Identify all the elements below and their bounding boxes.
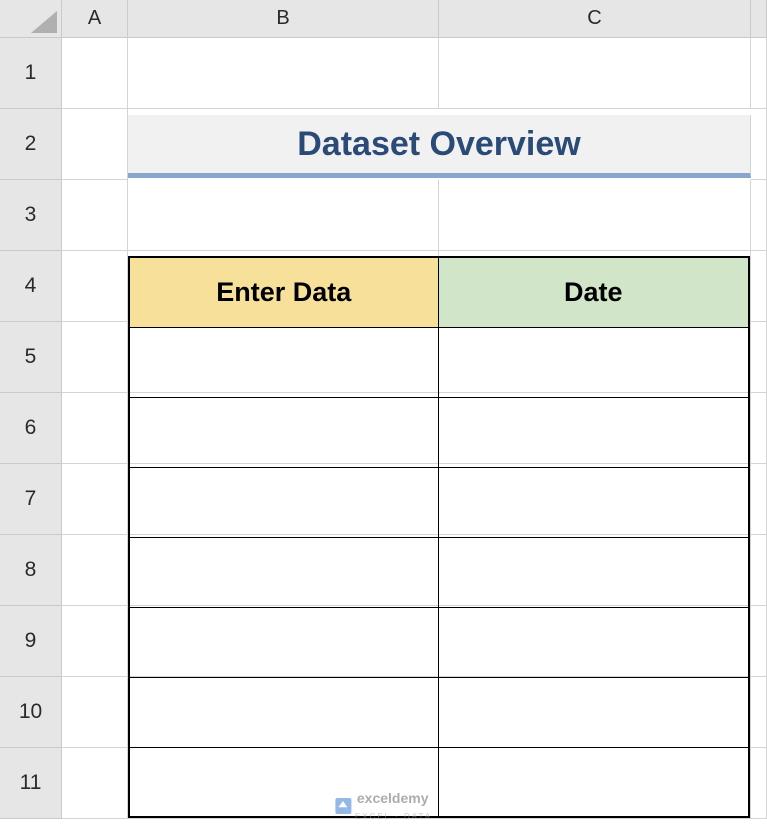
header-enter-data[interactable]: Enter Data [129, 257, 438, 327]
cell-B3[interactable] [128, 180, 439, 251]
col-header-C[interactable]: C [439, 0, 751, 38]
cell-D8[interactable] [751, 535, 767, 606]
table-row [129, 397, 749, 467]
table-row [129, 677, 749, 747]
cell-A11[interactable] [62, 748, 128, 819]
cell-A9[interactable] [62, 606, 128, 677]
watermark: exceldemy EXCEL · DATA [335, 790, 432, 822]
watermark-logo-icon [335, 798, 351, 814]
cell-D3[interactable] [751, 180, 767, 251]
cell-D9[interactable] [751, 606, 767, 677]
table-row [129, 747, 749, 817]
cell-date[interactable] [438, 537, 749, 607]
cell-A10[interactable] [62, 677, 128, 748]
title-merged-cell[interactable]: Dataset Overview [128, 115, 751, 178]
cell-enter-data[interactable] [129, 467, 438, 537]
row-header-5[interactable]: 5 [0, 322, 62, 393]
row-header-6[interactable]: 6 [0, 393, 62, 464]
cell-A5[interactable] [62, 322, 128, 393]
watermark-brand: exceldemy [357, 790, 429, 806]
cell-A2[interactable] [62, 109, 128, 180]
cell-A4[interactable] [62, 251, 128, 322]
cell-D1[interactable] [751, 38, 767, 109]
row-header-3[interactable]: 3 [0, 180, 62, 251]
row-header-1[interactable]: 1 [0, 38, 62, 109]
title-text: Dataset Overview [297, 125, 581, 164]
cell-date[interactable] [438, 327, 749, 397]
cell-A8[interactable] [62, 535, 128, 606]
cell-A1[interactable] [62, 38, 128, 109]
cell-A6[interactable] [62, 393, 128, 464]
row-header-7[interactable]: 7 [0, 464, 62, 535]
header-date[interactable]: Date [438, 257, 749, 327]
row-header-10[interactable]: 10 [0, 677, 62, 748]
cell-enter-data[interactable] [129, 677, 438, 747]
cell-D11[interactable] [751, 748, 767, 819]
cell-D4[interactable] [751, 251, 767, 322]
cell-A7[interactable] [62, 464, 128, 535]
cell-enter-data[interactable] [129, 397, 438, 467]
cell-D10[interactable] [751, 677, 767, 748]
cell-date[interactable] [438, 467, 749, 537]
cell-B1[interactable] [128, 38, 439, 109]
watermark-sub: EXCEL · DATA [355, 812, 432, 821]
cell-A3[interactable] [62, 180, 128, 251]
data-table: Enter Data Date [128, 256, 750, 818]
cell-enter-data[interactable] [129, 537, 438, 607]
cell-D2[interactable] [751, 109, 767, 180]
cell-D6[interactable] [751, 393, 767, 464]
cell-C1[interactable] [439, 38, 751, 109]
col-header-B[interactable]: B [128, 0, 439, 38]
cell-date[interactable] [438, 677, 749, 747]
row-header-9[interactable]: 9 [0, 606, 62, 677]
row-header-11[interactable]: 11 [0, 748, 62, 819]
cell-enter-data[interactable] [129, 327, 438, 397]
table-row [129, 327, 749, 397]
cell-date[interactable] [438, 607, 749, 677]
cell-date[interactable] [438, 747, 749, 817]
row-header-8[interactable]: 8 [0, 535, 62, 606]
watermark-text: exceldemy EXCEL · DATA [357, 790, 432, 822]
cell-D7[interactable] [751, 464, 767, 535]
col-header-A[interactable]: A [62, 0, 128, 38]
table-header-row: Enter Data Date [129, 257, 749, 327]
row-header-4[interactable]: 4 [0, 251, 62, 322]
table-row [129, 607, 749, 677]
cell-D5[interactable] [751, 322, 767, 393]
table-row [129, 537, 749, 607]
cell-C3[interactable] [439, 180, 751, 251]
cell-enter-data[interactable] [129, 607, 438, 677]
select-all-corner[interactable] [0, 0, 62, 38]
row-header-2[interactable]: 2 [0, 109, 62, 180]
table-row [129, 467, 749, 537]
cell-date[interactable] [438, 397, 749, 467]
col-header-next[interactable] [751, 0, 767, 38]
